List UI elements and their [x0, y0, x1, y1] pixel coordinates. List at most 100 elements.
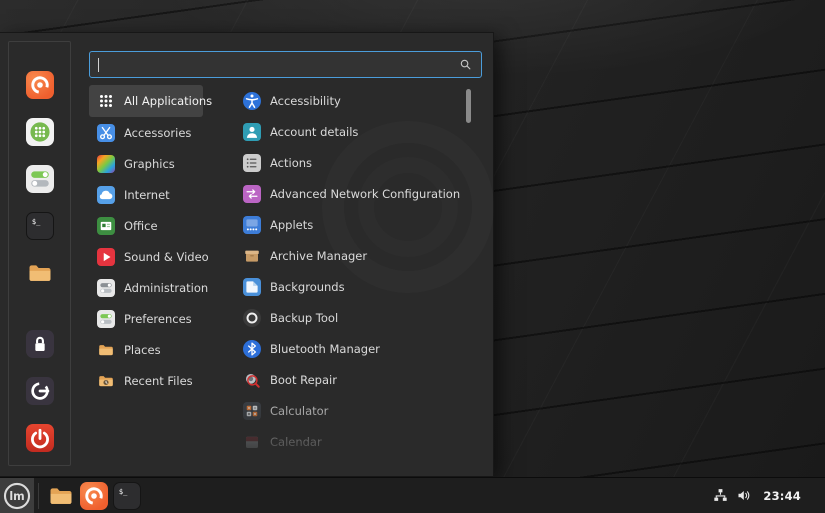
- app-label: Archive Manager: [270, 249, 367, 263]
- applets-icon: [243, 216, 261, 234]
- category-label: Sound & Video: [124, 250, 209, 264]
- accessibility-icon: [243, 92, 261, 110]
- bluetooth-icon: [243, 340, 261, 358]
- actions-icon: [243, 154, 261, 172]
- internet-icon: [97, 186, 115, 204]
- files-launcher-button[interactable]: [47, 482, 75, 510]
- app-account-details[interactable]: Account details: [235, 116, 468, 147]
- category-all-applications[interactable]: All Applications: [89, 85, 203, 117]
- app-label: Advanced Network Configuration: [270, 187, 460, 201]
- favorites-column: $_: [8, 41, 71, 466]
- firefox-launcher-button[interactable]: [80, 482, 108, 510]
- app-label: Calendar: [270, 435, 322, 449]
- app-label: Backup Tool: [270, 311, 338, 325]
- clock[interactable]: 23:44: [763, 489, 801, 503]
- archive-manager-icon: [243, 247, 261, 265]
- graphics-icon: [97, 155, 115, 173]
- app-bluetooth-manager[interactable]: Bluetooth Manager: [235, 333, 468, 364]
- search-input[interactable]: [101, 52, 458, 77]
- volume-icon[interactable]: [736, 487, 753, 504]
- system-tray: 23:44: [712, 487, 825, 504]
- category-label: Preferences: [124, 312, 192, 326]
- screen: $_ All Applications Accessories Graphics In…: [0, 0, 825, 513]
- text-caret: [98, 58, 99, 72]
- shutdown-favorite-button[interactable]: [26, 424, 54, 452]
- category-recent-files[interactable]: Recent Files: [89, 365, 203, 396]
- categories-list: All Applications Accessories Graphics Inter…: [89, 85, 203, 396]
- app-backup-tool[interactable]: Backup Tool: [235, 302, 468, 333]
- backup-tool-icon: [243, 309, 261, 327]
- app-label: Actions: [270, 156, 312, 170]
- network-icon[interactable]: [712, 487, 729, 504]
- backgrounds-icon: [243, 278, 261, 296]
- category-accessories[interactable]: Accessories: [89, 117, 203, 148]
- app-applets[interactable]: Applets: [235, 209, 468, 240]
- category-preferences[interactable]: Preferences: [89, 303, 203, 334]
- preferences-icon: [97, 310, 115, 328]
- app-archive-manager[interactable]: Archive Manager: [235, 240, 468, 271]
- calculator-icon: [243, 402, 261, 420]
- app-label: Calculator: [270, 404, 328, 418]
- app-actions[interactable]: Actions: [235, 147, 468, 178]
- search-box[interactable]: [89, 51, 482, 78]
- category-internet[interactable]: Internet: [89, 179, 203, 210]
- calendar-icon: [243, 433, 261, 451]
- app-calendar[interactable]: Calendar: [235, 426, 468, 457]
- svg-text:lm: lm: [9, 490, 24, 503]
- app-backgrounds[interactable]: Backgrounds: [235, 271, 468, 302]
- taskbar-launchers: $_: [47, 482, 141, 510]
- software-manager-favorite-button[interactable]: [26, 118, 54, 146]
- app-label: Applets: [270, 218, 313, 232]
- app-label: Boot Repair: [270, 373, 337, 387]
- recent-files-icon: [97, 372, 115, 390]
- category-label: Accessories: [124, 126, 191, 140]
- favorites-separator: [20, 306, 60, 311]
- app-label: Accessibility: [270, 94, 341, 108]
- category-label: Internet: [124, 188, 170, 202]
- category-label: Graphics: [124, 157, 175, 171]
- category-office[interactable]: Office: [89, 210, 203, 241]
- menu-button[interactable]: lm: [0, 478, 34, 513]
- category-label: Recent Files: [124, 374, 193, 388]
- sound-video-icon: [97, 248, 115, 266]
- terminal-launcher-button[interactable]: $_: [113, 482, 141, 510]
- scrollbar-thumb[interactable]: [466, 89, 471, 123]
- app-accessibility[interactable]: Accessibility: [235, 85, 468, 116]
- terminal-favorite-button[interactable]: $_: [26, 212, 54, 240]
- svg-text:$_: $_: [31, 217, 40, 226]
- app-advanced-network-configuration[interactable]: Advanced Network Configuration: [235, 178, 468, 209]
- lock-screen-favorite-button[interactable]: [26, 330, 54, 358]
- category-graphics[interactable]: Graphics: [89, 148, 203, 179]
- app-label: Backgrounds: [270, 280, 345, 294]
- mint-logo-icon: lm: [3, 482, 31, 510]
- applications-list: Accessibility Account details Actions Advan…: [235, 85, 468, 457]
- category-sound-video[interactable]: Sound & Video: [89, 241, 203, 272]
- taskbar: lm $_ 23:44: [0, 477, 825, 513]
- logout-favorite-button[interactable]: [26, 377, 54, 405]
- all-applications-icon: [97, 92, 115, 110]
- category-places[interactable]: Places: [89, 334, 203, 365]
- app-boot-repair[interactable]: Boot Repair: [235, 364, 468, 395]
- category-label: Places: [124, 343, 161, 357]
- places-icon: [97, 341, 115, 359]
- taskbar-separator: [38, 483, 39, 509]
- system-settings-favorite-button[interactable]: [26, 165, 54, 193]
- office-icon: [97, 217, 115, 235]
- advanced-network-icon: [243, 185, 261, 203]
- administration-icon: [97, 279, 115, 297]
- search-icon: [458, 57, 473, 72]
- boot-repair-icon: [243, 371, 261, 389]
- accessories-icon: [97, 124, 115, 142]
- svg-text:$_: $_: [119, 486, 128, 495]
- category-label: Office: [124, 219, 158, 233]
- app-calculator[interactable]: Calculator: [235, 395, 468, 426]
- category-label: Administration: [124, 281, 208, 295]
- category-administration[interactable]: Administration: [89, 272, 203, 303]
- account-details-icon: [243, 123, 261, 141]
- files-favorite-button[interactable]: [26, 259, 54, 287]
- category-label: All Applications: [124, 94, 212, 108]
- app-label: Bluetooth Manager: [270, 342, 380, 356]
- main-menu: $_ All Applications Accessories Graphics In…: [0, 32, 494, 477]
- firefox-favorite-button[interactable]: [26, 71, 54, 99]
- app-label: Account details: [270, 125, 358, 139]
